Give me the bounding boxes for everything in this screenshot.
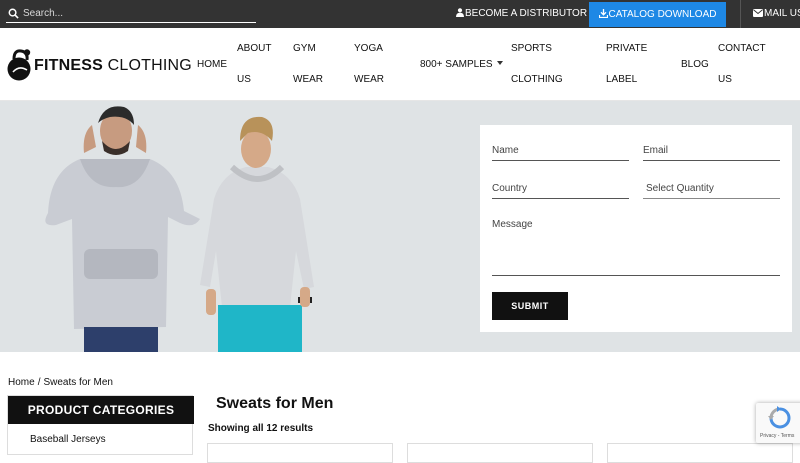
logo-bold-word: FITNESS <box>34 57 103 74</box>
product-card[interactable] <box>407 443 593 463</box>
recaptcha-footer: Privacy - Terms <box>760 433 795 439</box>
nav-gym-wear[interactable]: GYM WEAR <box>293 33 333 95</box>
product-card[interactable] <box>207 443 393 463</box>
nav-samples[interactable]: 800+ SAMPLES <box>420 49 503 80</box>
nav-yoga-wear[interactable]: YOGA WEAR <box>354 33 394 95</box>
download-icon <box>598 9 608 19</box>
become-distributor-label: BECOME A DISTRIBUTOR <box>465 8 588 19</box>
nav-samples-label: 800+ SAMPLES <box>420 59 493 70</box>
breadcrumb: Home / Sweats for Men <box>8 377 113 388</box>
nav-about-us[interactable]: ABOUT US <box>237 33 277 95</box>
user-icon <box>456 8 464 17</box>
catalog-download-label: CATALOG DOWNLOAD <box>608 9 717 20</box>
quantity-select[interactable]: Select Quantity <box>643 177 780 199</box>
top-bar: BECOME A DISTRIBUTOR CATALOG DOWNLOAD MA… <box>0 0 800 28</box>
envelope-icon <box>753 9 763 17</box>
hero-banner: Name Email Country Select Quantity Messa… <box>0 101 800 352</box>
nav-contact-us[interactable]: CONTACT US <box>718 33 778 95</box>
chevron-down-icon <box>496 61 503 65</box>
email-label: Email <box>643 145 669 156</box>
mail-us-link[interactable]: MAIL US <box>740 0 800 28</box>
inquiry-form: Name Email Country Select Quantity Messa… <box>480 125 792 332</box>
name-label: Name <box>492 145 519 156</box>
catalog-download-button[interactable]: CATALOG DOWNLOAD <box>589 2 726 27</box>
result-count: Showing all 12 results <box>208 423 314 434</box>
logo-light-word: CLOTHING <box>107 57 192 74</box>
country-label: Country <box>492 183 528 194</box>
nav-private-label[interactable]: PRIVATE LABEL <box>606 33 656 95</box>
quantity-label: Select Quantity <box>646 183 714 194</box>
mail-us-label: MAIL US <box>764 8 800 19</box>
breadcrumb-current: Sweats for Men <box>43 377 113 388</box>
name-field[interactable]: Name <box>492 139 629 161</box>
logo-wordmark: FITNESS CLOTHING <box>34 57 192 75</box>
product-card[interactable] <box>607 443 793 463</box>
site-header: FITNESS CLOTHING HOME ABOUT US GYM WEAR … <box>0 28 800 101</box>
become-distributor-link[interactable]: BECOME A DISTRIBUTOR <box>456 0 587 28</box>
country-field[interactable]: Country <box>492 177 629 199</box>
search-box[interactable] <box>6 5 256 23</box>
nav-home[interactable]: HOME <box>197 49 227 80</box>
breadcrumb-separator: / <box>37 377 41 388</box>
search-icon[interactable] <box>8 8 19 19</box>
message-field[interactable]: Message <box>492 215 780 276</box>
page-title: Sweats for Men <box>216 395 334 412</box>
submit-button[interactable]: SUBMIT <box>492 292 568 320</box>
email-field[interactable]: Email <box>643 139 780 161</box>
category-item-baseball-jerseys[interactable]: Baseball Jerseys <box>30 434 106 445</box>
product-categories-panel: PRODUCT CATEGORIES Baseball Jerseys <box>7 395 194 455</box>
product-categories-heading: PRODUCT CATEGORIES <box>8 396 194 424</box>
breadcrumb-home[interactable]: Home <box>8 377 35 388</box>
search-input[interactable] <box>23 6 253 21</box>
hero-models-image <box>45 106 314 352</box>
nav-blog[interactable]: BLOG <box>681 49 709 80</box>
nav-sports-clothing[interactable]: SPORTS CLOTHING <box>511 33 571 95</box>
kettlebell-logo-icon <box>7 49 31 81</box>
message-label: Message <box>492 219 533 230</box>
recaptcha-badge[interactable]: Privacy - Terms <box>756 403 800 443</box>
recaptcha-icon <box>768 406 791 429</box>
